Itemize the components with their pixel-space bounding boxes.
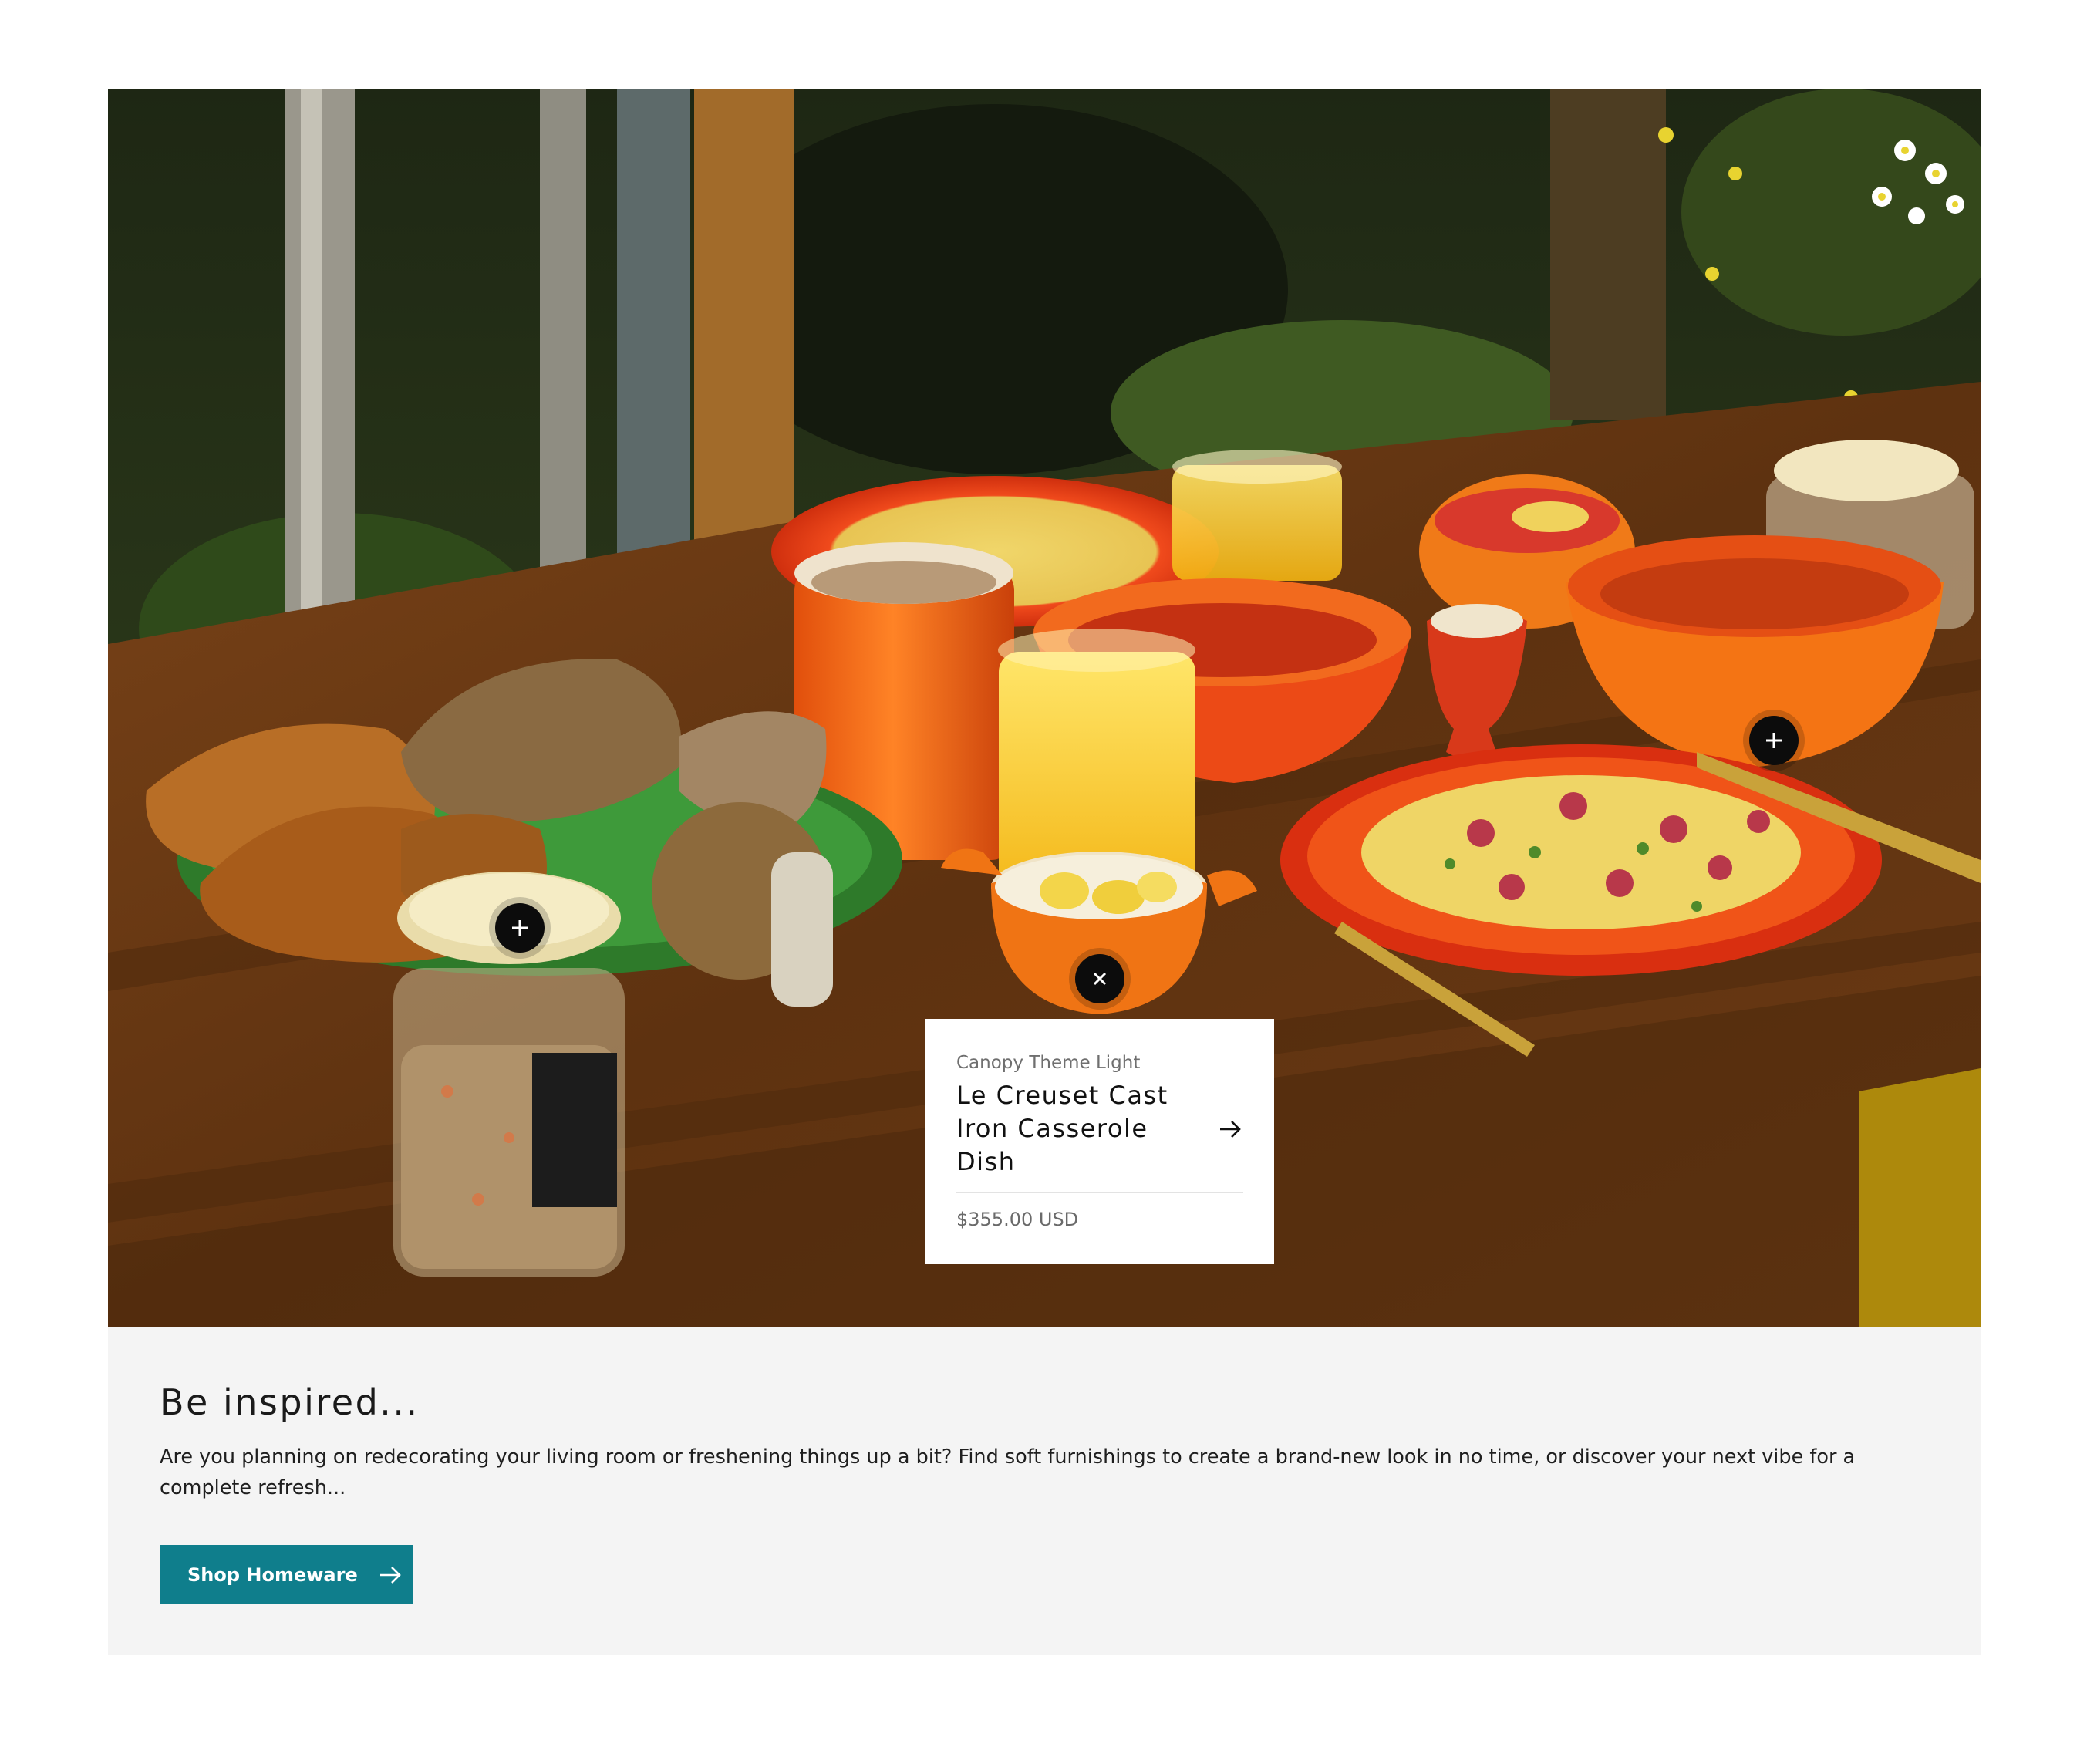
hotspot-jar[interactable]: [495, 903, 545, 953]
product-title[interactable]: Le Creuset Cast Iron Casserole Dish: [956, 1079, 1203, 1179]
plus-icon: [1766, 733, 1782, 748]
product-card[interactable]: Canopy Theme Light Le Creuset Cast Iron …: [925, 1019, 1274, 1264]
arrow-right-icon: [379, 1566, 401, 1584]
hotspot-casserole[interactable]: [1075, 954, 1124, 1003]
hero-image: Canopy Theme Light Le Creuset Cast Iron …: [108, 89, 1981, 1327]
arrow-right-icon[interactable]: [1217, 1116, 1243, 1142]
shop-homeware-button[interactable]: Shop Homeware: [160, 1545, 413, 1604]
close-icon: [1093, 972, 1107, 986]
plus-icon: [512, 920, 528, 936]
shop-homeware-label: Shop Homeware: [187, 1563, 358, 1586]
inspiration-panel: Be inspired... Are you planning on redec…: [108, 1327, 1981, 1655]
panel-description: Are you planning on redecorating your li…: [160, 1445, 1856, 1499]
product-price: $355.00 USD: [956, 1209, 1079, 1230]
product-vendor: Canopy Theme Light: [956, 1053, 1141, 1073]
product-title-row: Le Creuset Cast Iron Casserole Dish: [956, 1079, 1243, 1193]
panel-title: Be inspired...: [160, 1381, 420, 1423]
hotspot-bowl[interactable]: [1749, 716, 1799, 765]
